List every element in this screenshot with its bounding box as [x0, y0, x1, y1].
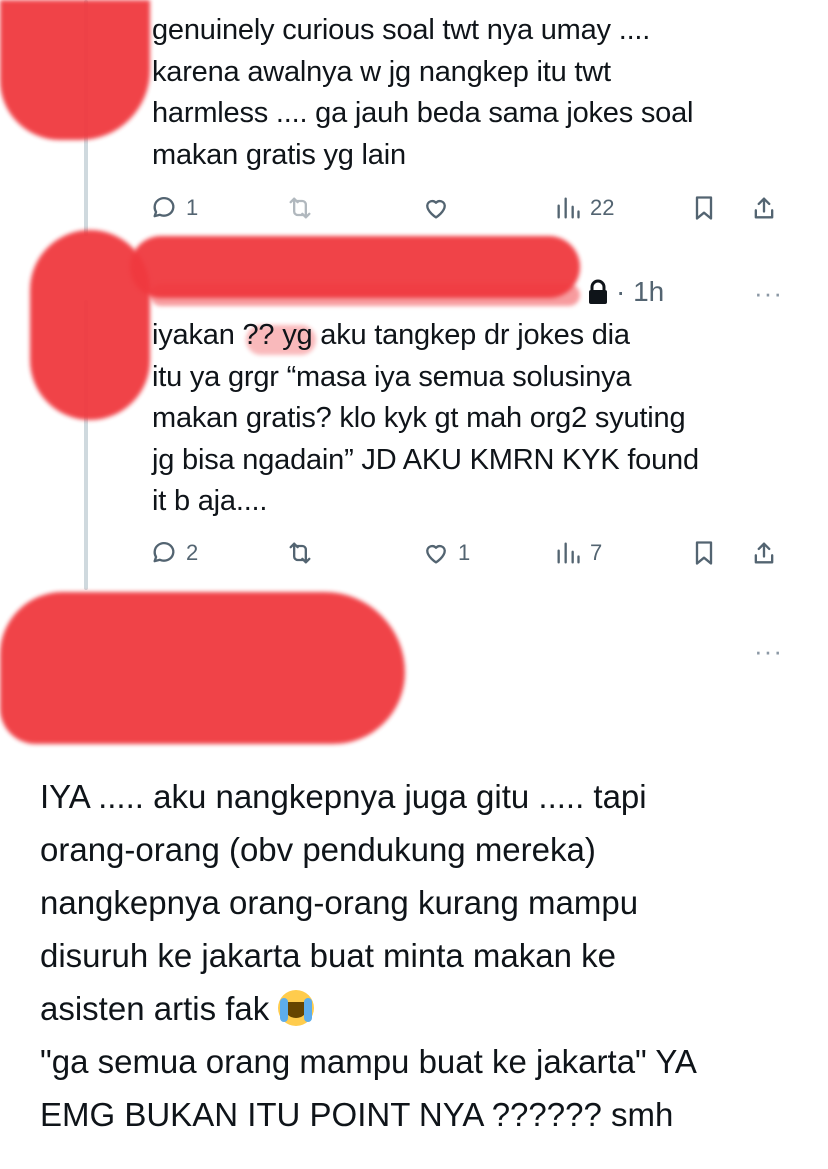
reply-count: 2 [186, 540, 199, 565]
views-button[interactable]: 22 [554, 190, 614, 226]
views-button[interactable]: 7 [554, 535, 602, 571]
bookmark-button[interactable] [690, 190, 718, 226]
tweet-3-text: IYA ..... aku nangkepnya juga gitu .....… [40, 770, 697, 1141]
retweet-button[interactable] [286, 535, 322, 571]
retweet-icon [289, 542, 311, 564]
like-button[interactable] [422, 190, 458, 226]
share-button[interactable] [750, 190, 778, 226]
bookmark-button[interactable] [690, 535, 718, 571]
tweet-line: EMG BUKAN ITU POINT NYA ?????? smh [40, 1096, 674, 1133]
tweet-line: "ga semua orang mampu buat ke jakarta" Y… [40, 1043, 697, 1080]
loudly-crying-face-icon [278, 990, 315, 1026]
retweet-button[interactable] [286, 190, 322, 226]
tweet-line: jg bisa ngadain” JD AKU KMRN KYK found [152, 443, 699, 476]
tweet-1-actions: 1 22 [150, 190, 790, 226]
redacted-avatar [0, 0, 150, 140]
tweet-line: makan gratis yg lain [152, 138, 406, 171]
tweet-line: asisten artis fak [40, 982, 697, 1035]
like-count: 1 [458, 540, 471, 565]
more-options-button[interactable]: ··· [754, 278, 783, 309]
tweet-line: iyakan ?? yg aku tangkep dr jokes dia [152, 319, 630, 351]
tweet-line: karena awalnya w jg nangkep itu twt [152, 55, 611, 88]
tweet-line: itu ya grgr “masa iya semua solusinya [152, 360, 632, 393]
bar-chart-icon [557, 197, 580, 219]
view-count: 7 [590, 540, 603, 565]
lock-icon [589, 279, 607, 304]
more-options-button[interactable]: ··· [754, 636, 783, 667]
reply-button[interactable]: 2 [150, 535, 198, 571]
tweet-2-meta: · 1h [586, 276, 664, 308]
tweet-2-text: iyakan ?? yg aku tangkep dr jokes dia it… [152, 315, 699, 523]
share-icon [754, 197, 774, 219]
tweet-line: IYA ..... aku nangkepnya juga gitu .....… [40, 778, 647, 815]
reply-icon [153, 542, 175, 563]
share-icon [754, 542, 774, 564]
redacted-author [0, 592, 405, 744]
bookmark-icon [695, 196, 713, 220]
redacted-handle [150, 284, 580, 306]
tweet-line: genuinely curious soal twt nya umay .... [152, 14, 651, 46]
tweet-line-text: asisten artis fak [40, 990, 270, 1027]
tweet-line: orang-orang (obv pendukung mereka) [40, 831, 596, 868]
heart-icon [426, 544, 446, 564]
tweet-line: makan gratis? klo kyk gt mah org2 syutin… [152, 402, 686, 434]
share-button[interactable] [750, 535, 778, 571]
tweet-1-text: genuinely curious soal twt nya umay ....… [152, 10, 693, 176]
like-button[interactable]: 1 [422, 535, 470, 571]
tweet-line: disuruh ke jakarta buat minta makan ke [40, 937, 616, 974]
tweet-timestamp[interactable]: · 1h [616, 276, 664, 308]
reply-icon [153, 197, 175, 218]
tweet-line: harmless .... ga jauh beda sama jokes so… [152, 97, 694, 129]
bar-chart-icon [557, 542, 580, 564]
tweet-line: nangkepnya orang-orang kurang mampu [40, 884, 639, 921]
tweet-2-actions: 2 1 7 [150, 535, 790, 571]
tweet-line: it b aja.... [152, 485, 268, 517]
retweet-icon [289, 197, 311, 219]
reply-button[interactable]: 1 [150, 190, 198, 226]
bookmark-icon [695, 541, 713, 565]
reply-count: 1 [186, 195, 199, 220]
heart-icon [426, 199, 446, 219]
view-count: 22 [590, 195, 615, 220]
